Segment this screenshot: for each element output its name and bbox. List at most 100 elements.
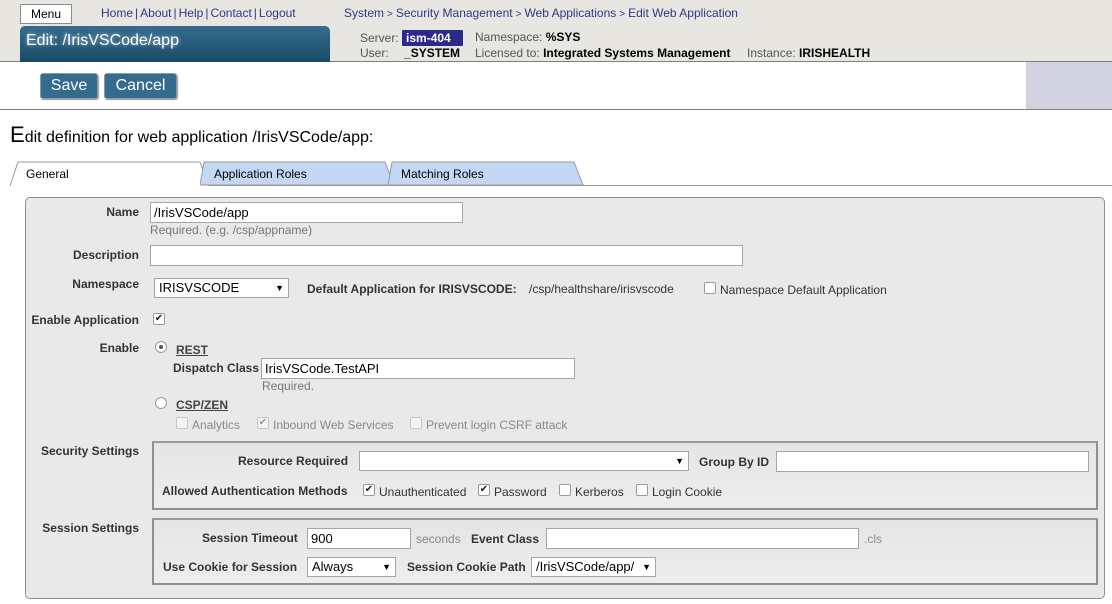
description-input[interactable]: [150, 245, 743, 266]
namespace-info: Namespace: %SYS: [475, 30, 580, 44]
use-cookie-select[interactable]: Always ▼: [307, 557, 396, 577]
toolbar-side-panel: [1026, 62, 1112, 109]
top-links: Home | About | Help | Contact | Logout: [101, 6, 296, 20]
namespace-default-app-label: Namespace Default Application: [720, 283, 887, 297]
chevron-down-icon: ▼: [642, 562, 651, 572]
tab-general[interactable]: General: [10, 161, 210, 187]
breadcrumb-separator-icon: >: [387, 9, 393, 20]
tab-label: Matching Roles: [401, 167, 484, 181]
security-settings-label: Security Settings: [40, 444, 139, 458]
login-cookie-checkbox[interactable]: [636, 484, 648, 496]
chevron-down-icon: ▼: [675, 456, 684, 466]
enable-label: Enable: [99, 341, 139, 355]
save-button[interactable]: Save: [40, 73, 98, 99]
enable-application-checkbox[interactable]: ✔: [153, 313, 165, 325]
name-input[interactable]: /IrisVSCode/app: [150, 202, 463, 223]
page-title-initial: E: [10, 122, 25, 147]
licensed-label: Licensed to:: [475, 46, 540, 60]
user-label: User:: [360, 46, 389, 60]
separator: |: [253, 6, 257, 20]
header: Menu Home | About | Help | Contact | Logout Syst…: [0, 0, 1112, 62]
namespace-label: Namespace: [72, 277, 139, 291]
namespace-select-value: IRISVSCODE: [159, 280, 240, 295]
name-hint: Required. (e.g. /csp/appname): [150, 223, 313, 237]
contact-link[interactable]: Contact: [210, 6, 251, 20]
name-label: Name: [106, 205, 139, 219]
help-link[interactable]: Help: [179, 6, 204, 20]
cookie-path-select[interactable]: /IrisVSCode/app/ ▼: [531, 557, 656, 577]
analytics-label: Analytics: [192, 418, 241, 432]
breadcrumb-current[interactable]: Edit Web Application: [628, 6, 738, 20]
instance-value: IRISHEALTH: [799, 46, 871, 60]
licensed-value: Integrated Systems Management: [543, 46, 731, 60]
license-info: Licensed to: Integrated Systems Manageme…: [475, 46, 730, 60]
instance-label: Instance:: [747, 46, 796, 60]
rest-radio[interactable]: [155, 341, 167, 353]
chevron-down-icon: ▼: [275, 283, 284, 293]
tab-label: General: [26, 167, 69, 181]
about-link[interactable]: About: [140, 6, 171, 20]
csrf-label: Prevent login CSRF attack: [426, 418, 568, 432]
enable-application-label: Enable Application: [31, 313, 139, 327]
inbound-web-services-checkbox[interactable]: ✔: [257, 417, 269, 429]
auth-methods-label: Allowed Authentication Methods: [162, 484, 348, 498]
page-title-text: dit definition for web application /Iris…: [24, 129, 374, 146]
chevron-down-icon: ▼: [382, 562, 391, 572]
cookie-path-value: /IrisVSCode/app/: [536, 559, 635, 574]
unauthenticated-label: Unauthenticated: [379, 485, 467, 499]
breadcrumb: System > Security Management > Web Applicati…: [344, 6, 738, 20]
kerberos-label: Kerberos: [575, 485, 624, 499]
separator: |: [173, 6, 177, 20]
session-timeout-label: Session Timeout: [202, 531, 298, 545]
tab-matching-roles[interactable]: Matching Roles: [388, 161, 584, 186]
namespace-value: %SYS: [545, 30, 581, 44]
group-by-id-label: Group By ID: [699, 455, 770, 469]
inbound-web-services-label: Inbound Web Services: [273, 418, 394, 432]
namespace-label: Namespace:: [475, 30, 543, 44]
menu-button[interactable]: Menu: [20, 4, 72, 24]
page-header-title: Edit: /IrisVSCode/app: [20, 26, 330, 62]
group-by-id-input[interactable]: [776, 451, 1089, 472]
unauthenticated-checkbox[interactable]: ✔: [363, 484, 375, 496]
csrf-checkbox[interactable]: [410, 417, 422, 429]
user-info: User: _SYSTEM: [360, 46, 460, 60]
cancel-button[interactable]: Cancel: [104, 73, 177, 99]
logout-link[interactable]: Logout: [259, 6, 296, 20]
analytics-checkbox[interactable]: [176, 417, 188, 429]
breadcrumb-security-management[interactable]: Security Management: [396, 6, 513, 20]
event-class-input[interactable]: [546, 528, 859, 549]
instance-info: Instance: IRISHEALTH: [747, 46, 870, 60]
rest-label: REST: [176, 343, 209, 357]
description-label: Description: [72, 248, 139, 262]
password-checkbox[interactable]: ✔: [478, 484, 490, 496]
session-timeout-unit: seconds: [416, 532, 461, 546]
session-timeout-input[interactable]: 900: [307, 528, 411, 549]
password-label: Password: [494, 485, 547, 499]
default-app-value: /csp/healthshare/irisvscode: [529, 282, 674, 296]
page-title: Edit definition for web application /Iri…: [10, 122, 373, 148]
event-class-suffix: .cls: [864, 532, 882, 546]
namespace-default-app-checkbox[interactable]: [704, 282, 716, 294]
default-app-label: Default Application for IRISVSCODE:: [307, 282, 517, 296]
namespace-select[interactable]: IRISVSCODE ▼: [154, 278, 289, 298]
login-cookie-label: Login Cookie: [652, 485, 723, 499]
cspzen-label: CSP/ZEN: [176, 398, 229, 412]
dispatch-class-input[interactable]: IrisVSCode.TestAPI: [261, 358, 575, 379]
session-settings-label: Session Settings: [42, 521, 139, 535]
dispatch-class-label: Dispatch Class: [173, 361, 260, 375]
cookie-path-label: Session Cookie Path: [407, 560, 526, 574]
kerberos-checkbox[interactable]: [559, 484, 571, 496]
breadcrumb-system[interactable]: System: [344, 6, 384, 20]
cspzen-radio[interactable]: [155, 397, 167, 409]
breadcrumb-separator-icon: >: [515, 9, 522, 20]
user-value: _SYSTEM: [404, 46, 461, 60]
resource-required-label: Resource Required: [238, 454, 349, 468]
tab-label: Application Roles: [214, 167, 307, 181]
server-info: Server: ism-404: [360, 30, 463, 46]
tab-application-roles[interactable]: Application Roles: [200, 161, 395, 186]
separator: |: [135, 6, 139, 20]
home-link[interactable]: Home: [101, 6, 133, 20]
separator: |: [205, 6, 209, 20]
breadcrumb-web-applications[interactable]: Web Applications: [524, 6, 616, 20]
resource-required-select[interactable]: ▼: [359, 451, 689, 471]
